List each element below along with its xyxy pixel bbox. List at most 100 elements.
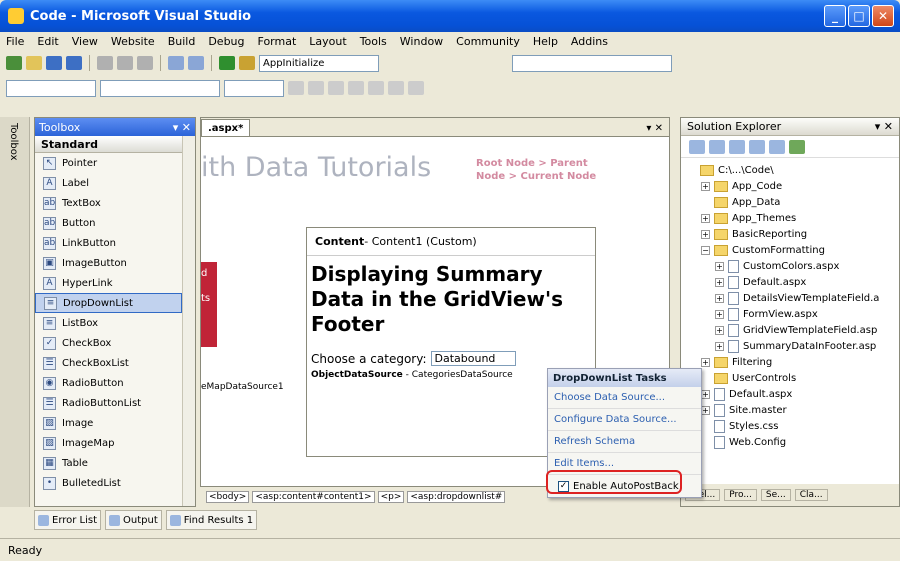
toolbox-item-dropdownlist[interactable]: ≡ DropDownList	[35, 293, 182, 313]
align-icon[interactable]	[368, 81, 384, 95]
expander-icon[interactable]: +	[715, 309, 724, 319]
toolbox-side-tab[interactable]: Toolbox	[8, 123, 19, 161]
tag-crumb[interactable]: <body>	[206, 491, 250, 503]
menu-debug[interactable]: Debug	[208, 35, 244, 48]
task-link[interactable]: Choose Data Source...	[548, 387, 701, 409]
cut-icon[interactable]	[97, 56, 113, 70]
tag-crumb[interactable]: <asp:content#content1>	[252, 491, 375, 503]
menu-window[interactable]: Window	[400, 35, 443, 48]
copy-icon[interactable]	[117, 56, 133, 70]
toolbox-scrollbar[interactable]	[182, 136, 195, 506]
toolbox-item-radiobutton[interactable]: ◉ RadioButton	[35, 373, 182, 393]
save-all-icon[interactable]	[66, 56, 82, 70]
font-size-combo[interactable]	[224, 79, 284, 97]
save-icon[interactable]	[46, 56, 62, 70]
expander-icon[interactable]: +	[715, 277, 724, 287]
menu-community[interactable]: Community	[456, 35, 520, 48]
menu-addins[interactable]: Addins	[571, 35, 608, 48]
solution-tab[interactable]: Cla...	[794, 489, 828, 501]
menu-build[interactable]: Build	[168, 35, 196, 48]
font-name-combo[interactable]	[100, 79, 220, 97]
tab-error-list[interactable]: Error List	[34, 510, 102, 530]
tree-node[interactable]: UserControls	[687, 370, 899, 386]
menu-layout[interactable]: Layout	[309, 35, 346, 48]
italic-icon[interactable]	[308, 81, 324, 95]
expander-icon[interactable]: +	[715, 293, 724, 303]
expander-icon[interactable]: +	[701, 229, 710, 239]
properties-icon[interactable]	[689, 139, 705, 154]
task-link[interactable]: Refresh Schema	[548, 431, 701, 453]
menu-edit[interactable]: Edit	[37, 35, 58, 48]
tree-node[interactable]: C:\...\Code\	[687, 162, 899, 178]
toolbox-item-checkbox[interactable]: ✓ CheckBox	[35, 333, 182, 353]
tree-node[interactable]: + DetailsViewTemplateField.a	[687, 290, 899, 306]
numbered-list-icon[interactable]	[388, 81, 404, 95]
expander-icon[interactable]: +	[701, 357, 710, 367]
editor-close-icon[interactable]: ▾ ✕	[646, 123, 663, 134]
undo-icon[interactable]	[168, 56, 184, 70]
paste-icon[interactable]	[137, 56, 153, 70]
toolbox-item-linkbutton[interactable]: ab LinkButton	[35, 233, 182, 253]
foreground-color-icon[interactable]	[348, 81, 364, 95]
toolbox-item-hyperlink[interactable]: A HyperLink	[35, 273, 182, 293]
expander-icon[interactable]: +	[715, 261, 724, 271]
view-code-icon[interactable]	[749, 139, 765, 154]
menu-view[interactable]: View	[72, 35, 98, 48]
tree-node[interactable]: + CustomColors.aspx	[687, 258, 899, 274]
toolbox-item-imagemap[interactable]: ▨ ImageMap	[35, 433, 182, 453]
task-link[interactable]: Configure Data Source...	[548, 409, 701, 431]
toolbox-item-textbox[interactable]: ab TextBox	[35, 193, 182, 213]
solution-config-combo[interactable]: AppInitialize	[259, 54, 379, 72]
tree-node[interactable]: Web.Config	[687, 434, 899, 450]
find-combo[interactable]	[512, 55, 672, 72]
menu-fragment-1[interactable]: d	[201, 268, 217, 279]
close-button[interactable]: ✕	[872, 5, 894, 27]
expander-icon[interactable]: +	[701, 389, 710, 399]
toolbox-item-table[interactable]: ▦ Table	[35, 453, 182, 473]
open-file-icon[interactable]	[26, 56, 42, 70]
category-dropdown[interactable]: Databound	[430, 351, 516, 366]
tree-node[interactable]: + BasicReporting	[687, 226, 899, 242]
copy-website-icon[interactable]	[789, 139, 805, 154]
redo-icon[interactable]	[188, 56, 204, 70]
block-format-combo[interactable]	[6, 79, 96, 97]
add-item-icon[interactable]	[6, 56, 22, 70]
solution-icon[interactable]	[239, 56, 255, 70]
tree-node[interactable]: + Default.aspx	[687, 386, 899, 402]
maximize-button[interactable]: □	[848, 5, 870, 27]
tab-aspx[interactable]: .aspx*	[201, 119, 251, 136]
menu-fragment-2[interactable]: ts	[201, 293, 217, 304]
expander-icon[interactable]: +	[701, 181, 710, 191]
menu-format[interactable]: Format	[258, 35, 297, 48]
toolbox-item-image[interactable]: ▨ Image	[35, 413, 182, 433]
tab-find-results-1[interactable]: Find Results 1	[165, 510, 258, 530]
bulleted-list-icon[interactable]	[408, 81, 424, 95]
tree-node[interactable]: + Filtering	[687, 354, 899, 370]
tree-node[interactable]: + SummaryDataInFooter.asp	[687, 338, 899, 354]
toolbox-item-radiobuttonlist[interactable]: ☰ RadioButtonList	[35, 393, 182, 413]
toolbox-close-icon[interactable]: ▾ ✕	[173, 121, 191, 134]
view-designer-icon[interactable]	[769, 139, 785, 154]
tab-output[interactable]: Output	[105, 510, 162, 530]
nest-files-icon[interactable]	[729, 139, 745, 154]
toolbox-item-pointer[interactable]: ↖ Pointer	[35, 153, 182, 173]
bold-icon[interactable]	[288, 81, 304, 95]
refresh-icon[interactable]	[709, 139, 725, 154]
tree-node[interactable]: + App_Themes	[687, 210, 899, 226]
menu-file[interactable]: File	[6, 35, 24, 48]
tree-node[interactable]: − CustomFormatting	[687, 242, 899, 258]
minimize-button[interactable]: _	[824, 5, 846, 27]
menu-tools[interactable]: Tools	[360, 35, 387, 48]
tree-node[interactable]: + App_Code	[687, 178, 899, 194]
underline-icon[interactable]	[328, 81, 344, 95]
toolbox-item-listbox[interactable]: ≡ ListBox	[35, 313, 182, 333]
toolbox-section-standard[interactable]: Standard	[35, 136, 182, 153]
toolbox-item-checkboxlist[interactable]: ☰ CheckBoxList	[35, 353, 182, 373]
toolbox-item-label[interactable]: A Label	[35, 173, 182, 193]
tree-node[interactable]: + FormView.aspx	[687, 306, 899, 322]
expander-icon[interactable]: +	[715, 341, 724, 351]
start-debugging-icon[interactable]	[219, 56, 235, 70]
solution-tab[interactable]: Pro...	[724, 489, 757, 501]
tree-node[interactable]: + GridViewTemplateField.asp	[687, 322, 899, 338]
tree-node[interactable]: Styles.css	[687, 418, 899, 434]
